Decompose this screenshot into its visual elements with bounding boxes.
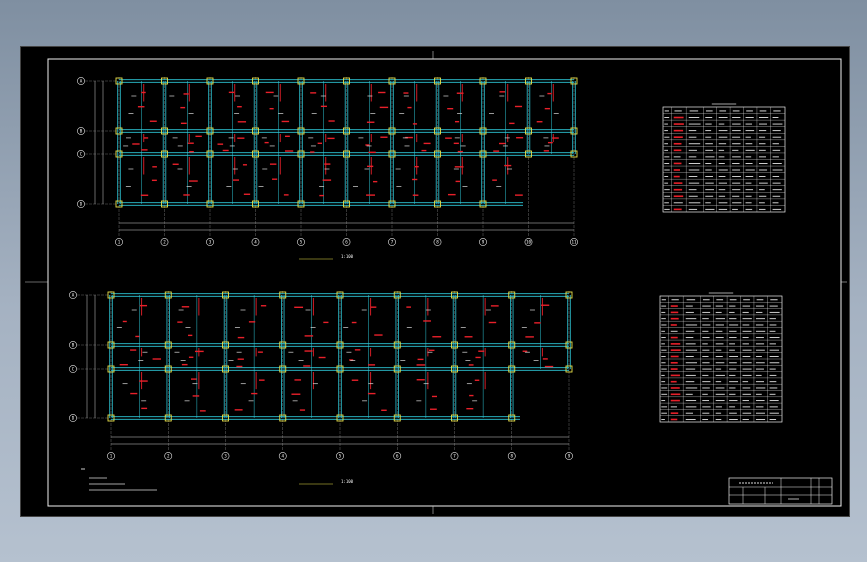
axis-number: 4: [281, 454, 284, 459]
axis-letter: B: [80, 129, 83, 134]
rebar-table-upper: [662, 103, 786, 213]
title-block: [728, 477, 833, 505]
axis-number: 1: [118, 240, 121, 245]
axis-number: 8: [436, 240, 439, 245]
axis-number: 7: [453, 454, 456, 459]
plan-2-caption: 1:100: [299, 479, 354, 485]
axis-letter: A: [80, 79, 83, 84]
axis-letter: C: [80, 152, 83, 157]
floor-plan-upper: 1 2 3 4 5 6 7 8 9 10 11 A B C D: [77, 77, 578, 246]
axis-number: 9: [568, 454, 571, 459]
axis-number: 2: [167, 454, 170, 459]
plan-1-scale: 1:100: [341, 254, 354, 259]
axis-number: 5: [339, 454, 342, 459]
axis-letter: D: [72, 416, 75, 421]
axis-number: 6: [396, 454, 399, 459]
axis-number: 9: [482, 240, 485, 245]
axis-number: 5: [300, 240, 303, 245]
axis-number: 6: [345, 240, 348, 245]
cad-drawing: 1 2 3 4 5 6 7 8 9 10 11 A B C D 1 2 3 4 5 6 7 8 9 A B C D 1:100 1:…: [25, 51, 847, 514]
axis-letter: C: [72, 367, 75, 372]
rebar-table-lower: [659, 292, 783, 423]
axis-number: 10: [526, 240, 532, 245]
axis-number: 7: [391, 240, 394, 245]
axis-number: 3: [209, 240, 212, 245]
axis-number: 4: [254, 240, 257, 245]
axis-letter: A: [72, 293, 75, 298]
axis-letter: B: [72, 343, 75, 348]
axis-number: 2: [163, 240, 166, 245]
drawing-sheet: 1 2 3 4 5 6 7 8 9 10 11 A B C D 1 2 3 4 5 6 7 8 9 A B C D 1:100 1:…: [20, 46, 850, 517]
plan-1-caption: 1:100: [299, 254, 354, 260]
floor-plan-lower: 1 2 3 4 5 6 7 8 9 A B C D: [69, 291, 573, 460]
drawing-frame: [47, 58, 842, 507]
axis-number: 11: [571, 240, 577, 245]
axis-number: 1: [110, 454, 113, 459]
notes: [81, 468, 157, 491]
axis-number: 8: [510, 454, 513, 459]
axis-number: 3: [224, 454, 227, 459]
axis-letter: D: [80, 202, 83, 207]
plan-2-scale: 1:100: [341, 479, 354, 484]
